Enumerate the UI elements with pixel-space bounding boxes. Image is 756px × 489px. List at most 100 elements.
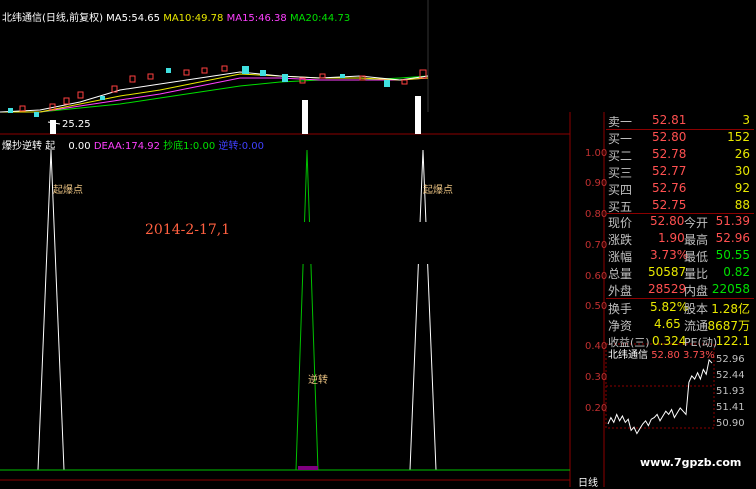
watermark: www.7gpzb.com [640,456,742,469]
qi-value: 0.00 [68,141,91,152]
fund-label: 股本 [684,302,709,316]
buy-volume: 92 [734,181,750,195]
buy-volume: 30 [734,164,750,178]
indicator-header: 爆抄逆转 起 0.00 DEAA:174.92 抄底1:0.00 逆转:0.00 [2,137,264,152]
stat-label: 最低 [684,250,709,264]
buy-label: 买三 [608,166,633,180]
nizhuan-value: 0.00 [241,141,265,152]
y-tick: 0.60 [585,271,608,282]
fund-row: 换手 5.82% 股本 1.28亿 [608,300,754,317]
nizhuan-label: 逆转: [218,141,242,152]
stat-row: 现价 52.80 今开 51.39 [608,214,754,231]
date-annotation: 2014-2-17,1 [145,222,231,238]
chaodi-value: 0.00 [192,141,216,152]
y-tick: 0.30 [585,372,608,383]
buy-price: 52.78 [652,147,687,161]
deaa-value: 174.92 [125,141,160,152]
stat-value: 51.39 [715,214,750,228]
y-tick: 0.80 [585,209,608,220]
stat-label: 涨幅 [608,250,633,264]
buy-label: 买四 [608,183,633,197]
mini-name: 北纬通信 [608,350,648,361]
fund-value: 8687万 [707,319,750,333]
mini-tick: 52.96 [716,354,745,365]
buy-price: 52.77 [652,164,687,178]
buy-volume: 88 [734,198,750,212]
stat-label: 内盘 [684,284,709,298]
stat-value: 22058 [711,282,750,296]
fund-row: 净资 4.65 流通 8687万 [608,317,754,334]
signal-label-right: 起爆点 [423,185,453,196]
mini-price: 52.80 [651,350,680,361]
stat-value: 52.96 [715,231,750,245]
sell-row[interactable]: 卖一 52.81 3 [608,113,754,130]
buy-volume: 26 [734,147,750,161]
chaodi-label: 抄底1: [163,141,193,152]
sell-price: 52.81 [652,113,687,127]
y-tick: 0.70 [585,240,608,251]
intraday-line [607,358,713,435]
buy-price: 52.76 [652,181,687,195]
occluding-box [218,222,536,264]
stat-row: 总量 50587 量比 0.82 [608,265,754,282]
spike-left [37,149,65,471]
stat-value: 1.90 [658,231,685,245]
stat-label: 最高 [684,233,709,247]
stat-label: 涨跌 [608,233,633,247]
stat-row: 外盘 28529 内盘 22058 [608,282,754,299]
y-tick: 0.90 [585,178,608,189]
fund-value: 4.65 [654,317,681,331]
mini-tick: 50.90 [716,418,745,429]
fund-label: 换手 [608,302,633,316]
deaa-label: DEAA: [93,141,125,152]
stat-value: 50.55 [715,248,750,262]
spike-mid [295,149,319,471]
buy-row[interactable]: 买四 52.76 92 [608,181,754,198]
signal-label-mid: 逆转 [308,375,328,386]
mini-tick: 51.41 [716,402,745,413]
indicator-name: 爆抄逆转 [2,141,42,152]
fund-label: 净资 [608,319,633,333]
buy-volume: 152 [727,130,750,144]
signal-bar-right [415,96,421,134]
stat-value: 0.82 [723,265,750,279]
fund-label: 流通 [684,319,709,333]
y-tick: 0.50 [585,301,608,312]
stat-value: 28529 [648,282,687,296]
mini-chart-header: 北纬通信 52.80 3.73% [608,346,715,361]
qi-label: 起 [45,141,56,152]
buy-label: 买二 [608,149,633,163]
stat-value: 52.80 [650,214,685,228]
stat-label: 今开 [684,216,709,230]
mini-pct: 3.73% [683,350,715,361]
buy-row[interactable]: 买三 52.77 30 [608,164,754,181]
buy-row[interactable]: 买二 52.78 26 [608,147,754,164]
y-tick: 0.20 [585,403,608,414]
buy-price: 52.80 [652,130,687,144]
buy-row[interactable]: 买一 52.80 152 [608,130,754,147]
stat-row: 涨跌 1.90 最高 52.96 [608,231,754,248]
stat-row: 涨幅 3.73% 最低 50.55 [608,248,754,265]
stat-value: 3.73% [650,248,689,262]
stat-label: 量比 [684,267,709,281]
y-tick: 0.40 [585,341,608,352]
buy-label: 买一 [608,132,633,146]
buy-price: 52.75 [652,198,687,212]
sell-volume: 3 [742,113,750,127]
stat-value: 50587 [648,265,687,279]
stat-label: 总量 [608,267,633,281]
mini-tick: 51.93 [716,386,745,397]
y-tick: 1.00 [585,148,608,159]
fund-value: 122.1 [715,334,750,348]
signal-label-left: 起爆点 [53,185,83,196]
ma20-line [0,75,429,113]
stat-label: 外盘 [608,284,633,298]
mini-tick: 52.44 [716,370,745,381]
fund-value: 5.82% [650,300,689,314]
sell-label: 卖一 [608,115,633,129]
low-marker: 25.25 [62,119,91,130]
spike-right [409,149,437,471]
fund-value: 1.28亿 [711,302,750,316]
signal-bar-mid [302,100,308,134]
stat-label: 现价 [608,216,633,230]
